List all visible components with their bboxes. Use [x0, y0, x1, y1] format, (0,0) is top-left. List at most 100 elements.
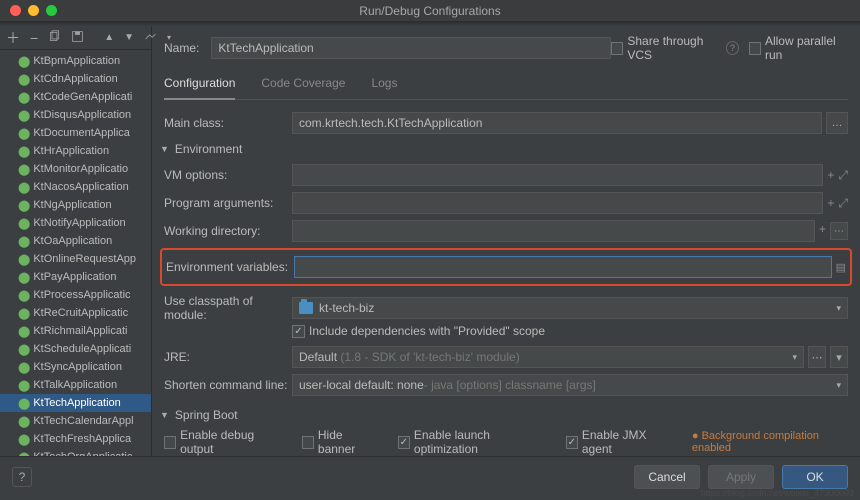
config-item-ktonlinerequestapp[interactable]: ⬤KtOnlineRequestApp [0, 250, 151, 268]
config-item-label: KtDisqusApplication [33, 109, 131, 121]
edit-env-vars-icon[interactable]: ▤ [836, 261, 846, 274]
config-item-ktmonitorapplicatio[interactable]: ⬤KtMonitorApplicatio [0, 160, 151, 178]
config-item-ktscheduleapplicati[interactable]: ⬤KtScheduleApplicati [0, 340, 151, 358]
config-item-ktngapplication[interactable]: ⬤KtNgApplication [0, 196, 151, 214]
env-vars-input[interactable] [294, 256, 832, 278]
spring-boot-section-header[interactable]: ▼ Spring Boot [160, 408, 848, 422]
config-tree[interactable]: ⬤KtBpmApplication⬤KtCdnApplication⬤KtCod… [0, 50, 151, 456]
sidebar-toolbar: ＋ − ▲ ▼ ▾ [0, 26, 151, 50]
remove-config-icon[interactable]: − [30, 30, 38, 46]
allow-parallel-checkbox[interactable]: Allow parallel run [749, 34, 848, 62]
spring-boot-icon: ⬤ [18, 73, 30, 86]
copy-config-icon[interactable] [48, 30, 61, 46]
config-item-label: KtTechFreshApplica [33, 433, 131, 445]
config-item-kttechapplication[interactable]: ⬤KtTechApplication [0, 394, 151, 412]
jre-label: JRE: [164, 350, 292, 364]
config-item-ktdocumentapplica[interactable]: ⬤KtDocumentApplica [0, 124, 151, 142]
tab-code-coverage[interactable]: Code Coverage [261, 70, 345, 99]
apply-button[interactable]: Apply [708, 465, 774, 489]
editor-tabs: Configuration Code Coverage Logs [164, 70, 848, 100]
spring-boot-icon: ⬤ [18, 325, 30, 338]
config-item-label: KtDocumentApplica [33, 127, 130, 139]
spring-boot-icon: ⬤ [18, 181, 30, 194]
insert-macro-icon[interactable]: + [827, 168, 834, 183]
include-provided-checkbox[interactable]: Include dependencies with "Provided" sco… [292, 324, 545, 338]
expand-field-icon[interactable]: ⤢ [838, 168, 848, 183]
jre-dropdown-arrow[interactable]: ▾ [830, 346, 848, 368]
config-item-ktrichmailapplicati[interactable]: ⬤KtRichmailApplicati [0, 322, 151, 340]
config-item-ktpayapplication[interactable]: ⬤KtPayApplication [0, 268, 151, 286]
insert-macro-icon[interactable]: + [819, 222, 826, 240]
working-dir-label: Working directory: [164, 224, 292, 238]
config-item-ktnacosapplication[interactable]: ⬤KtNacosApplication [0, 178, 151, 196]
enable-debug-checkbox[interactable]: Enable debug output [164, 428, 282, 456]
program-args-label: Program arguments: [164, 196, 292, 210]
ok-button[interactable]: OK [782, 465, 848, 489]
config-item-label: KtNgApplication [33, 199, 111, 211]
classpath-label: Use classpath of module: [164, 294, 292, 322]
config-item-kthrapplication[interactable]: ⬤KtHrApplication [0, 142, 151, 160]
classpath-module-dropdown[interactable]: kt-tech-biz [292, 297, 848, 319]
main-class-input[interactable] [292, 112, 822, 134]
jre-dropdown[interactable]: Default (1.8 - SDK of 'kt-tech-biz' modu… [292, 346, 804, 368]
spring-boot-icon: ⬤ [18, 91, 30, 104]
expand-field-icon[interactable]: ⤢ [838, 196, 848, 211]
tab-logs[interactable]: Logs [371, 70, 397, 99]
config-item-label: KtRichmailApplicati [33, 325, 127, 337]
collapse-all-icon[interactable]: ▼ [124, 32, 134, 43]
config-item-label: KtPayApplication [33, 271, 116, 283]
config-item-label: KtProcessApplicatic [33, 289, 130, 301]
enable-jmx-checkbox[interactable]: Enable JMX agent [566, 428, 672, 456]
config-item-label: KtTechCalendarAppl [33, 415, 133, 427]
save-config-icon[interactable] [71, 30, 84, 46]
name-input[interactable] [211, 37, 611, 59]
main-class-label: Main class: [164, 116, 292, 130]
env-vars-label: Environment variables: [166, 260, 294, 274]
config-item-ktbpmapplication[interactable]: ⬤KtBpmApplication [0, 52, 151, 70]
config-item-ktprocessapplicatic[interactable]: ⬤KtProcessApplicatic [0, 286, 151, 304]
config-item-ktsyncapplication[interactable]: ⬤KtSyncApplication [0, 358, 151, 376]
config-item-ktoaapplication[interactable]: ⬤KtOaApplication [0, 232, 151, 250]
config-item-ktnotifyapplication[interactable]: ⬤KtNotifyApplication [0, 214, 151, 232]
browse-jre-button[interactable]: ⋯ [808, 346, 826, 368]
spring-boot-icon: ⬤ [18, 235, 30, 248]
config-item-label: KtMonitorApplicatio [33, 163, 128, 175]
spring-boot-icon: ⬤ [18, 271, 30, 284]
config-item-ktcdnapplication[interactable]: ⬤KtCdnApplication [0, 70, 151, 88]
vm-options-label: VM options: [164, 168, 292, 182]
hide-banner-checkbox[interactable]: Hide banner [302, 428, 378, 456]
spring-boot-icon: ⬤ [18, 253, 30, 266]
tab-configuration[interactable]: Configuration [164, 70, 235, 100]
spring-boot-icon: ⬤ [18, 163, 30, 176]
share-vcs-help-icon[interactable]: ? [726, 41, 739, 55]
environment-section-header[interactable]: ▼ Environment [160, 142, 848, 156]
config-item-label: KtSyncApplication [33, 361, 122, 373]
browse-main-class-button[interactable]: … [826, 112, 848, 134]
browse-dir-button[interactable]: ⋯ [830, 222, 848, 240]
config-item-label: KtScheduleApplicati [33, 343, 131, 355]
config-item-ktrecruitapplicatic[interactable]: ⬤KtReCruitApplicatic [0, 304, 151, 322]
shorten-cmd-dropdown[interactable]: user-local default: none - java [options… [292, 374, 848, 396]
shorten-cmd-label: Shorten command line: [164, 378, 292, 392]
config-item-ktcodegenapplicati[interactable]: ⬤KtCodeGenApplicati [0, 88, 151, 106]
help-button[interactable]: ? [12, 467, 32, 487]
working-dir-input[interactable] [292, 220, 815, 242]
spring-boot-icon: ⬤ [18, 415, 30, 428]
config-item-label: KtBpmApplication [33, 55, 120, 67]
insert-macro-icon[interactable]: + [827, 196, 834, 211]
config-item-kttechcalendarappl[interactable]: ⬤KtTechCalendarAppl [0, 412, 151, 430]
expand-all-icon[interactable]: ▲ [104, 32, 114, 43]
share-vcs-checkbox[interactable]: Share through VCS [611, 34, 722, 62]
spring-boot-icon: ⬤ [18, 217, 30, 230]
config-item-label: KtReCruitApplicatic [33, 307, 128, 319]
program-args-input[interactable] [292, 192, 823, 214]
chevron-down-icon: ▼ [160, 410, 169, 420]
cancel-button[interactable]: Cancel [634, 465, 700, 489]
add-config-icon[interactable]: ＋ [6, 28, 20, 48]
vm-options-input[interactable] [292, 164, 823, 186]
enable-launch-opt-checkbox[interactable]: Enable launch optimization [398, 428, 546, 456]
config-item-kttechorgapplicatic[interactable]: ⬤KtTechOrgApplicatic [0, 448, 151, 456]
config-item-kttalkapplication[interactable]: ⬤KtTalkApplication [0, 376, 151, 394]
config-item-kttechfreshapplica[interactable]: ⬤KtTechFreshApplica [0, 430, 151, 448]
config-item-ktdisqusapplication[interactable]: ⬤KtDisqusApplication [0, 106, 151, 124]
